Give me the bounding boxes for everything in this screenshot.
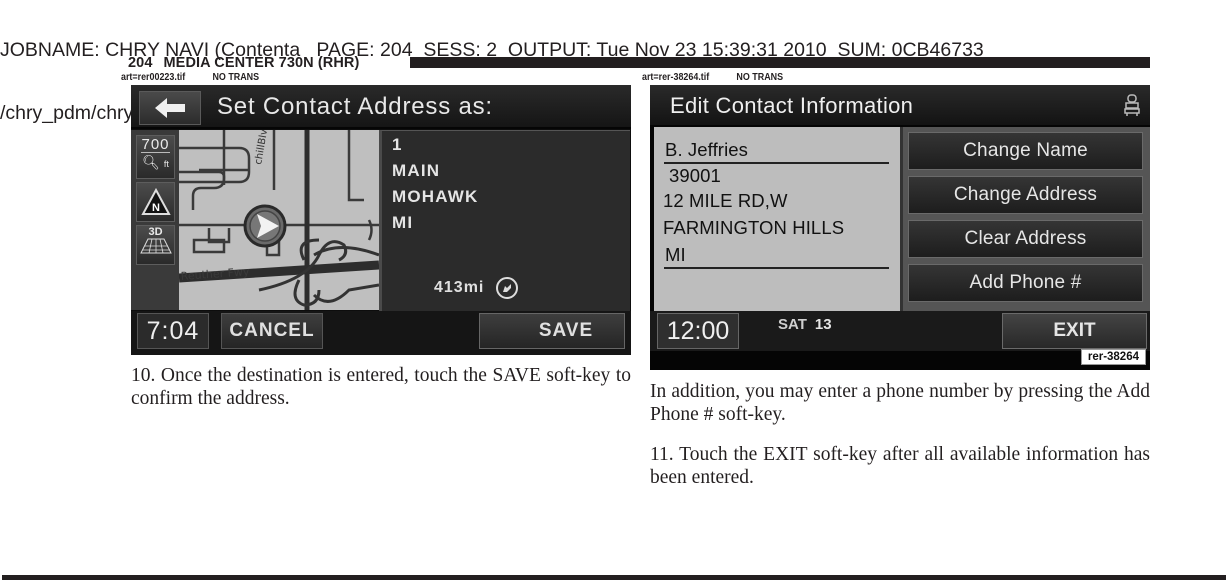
trans-note: NO TRANS — [212, 71, 260, 83]
map-controls: 700 🔍︎ ft N 3D — [131, 130, 179, 310]
address-panel: 1 MAIN MOHAWK MI 413mi — [379, 130, 630, 311]
distance-readout: 413mi — [434, 277, 519, 299]
bottom-bar: 12:00 SAT 13 EXIT — [650, 311, 1150, 351]
clock: 7:04 — [137, 313, 209, 349]
seat-icon — [1124, 94, 1140, 116]
trans-note: NO TRANS — [736, 71, 784, 83]
north-arrow-icon: N — [140, 188, 171, 215]
cancel-button[interactable]: CANCEL — [221, 313, 323, 349]
zoom-scale-button[interactable]: 700 🔍︎ ft — [136, 135, 175, 179]
date-label: 13 — [814, 316, 832, 333]
3d-label: 3D — [148, 226, 163, 238]
road-label-blvd: chillBlvd — [253, 130, 271, 166]
north-up-button[interactable]: N — [136, 182, 175, 222]
contact-details: B. Jeffries 39001 12 MILE RD,W FARMINGTO… — [654, 127, 903, 311]
address-line: MOHAWK — [392, 187, 479, 206]
divider — [664, 162, 889, 164]
step-10-text: 10. Once the destination is entered, tou… — [131, 365, 631, 409]
art-label-2: art=rer-38264.tif NO TRANS — [642, 71, 783, 83]
step-11-text: 11. Touch the EXIT soft-key after all av… — [650, 444, 1150, 488]
left-arrow-icon — [155, 98, 185, 118]
page-number: 204 — [128, 55, 153, 71]
contact-state: MI — [665, 244, 686, 265]
contact-street-number: 39001 — [669, 165, 721, 186]
change-name-button[interactable]: Change Name — [908, 132, 1143, 170]
date-display: SAT 13 — [778, 316, 832, 333]
screen-title: Edit Contact Information — [670, 93, 914, 118]
save-label: SAVE — [538, 320, 594, 341]
address-line: MI — [392, 213, 414, 232]
day-label: SAT — [778, 316, 807, 333]
art-label-1: art=rer00223.tif NO TRANS — [121, 71, 259, 83]
edit-contact-screen: Edit Contact Information B. Jeffries 390… — [650, 85, 1150, 370]
add-phone-button[interactable]: Add Phone # — [908, 264, 1143, 302]
header-rule — [410, 57, 1150, 68]
contact-actions: Change Name Change Address Clear Address… — [903, 127, 1150, 311]
scale-unit: ft — [163, 159, 169, 169]
distance-value: 413mi — [434, 279, 485, 296]
screen-title: Set Contact Address as: — [217, 93, 493, 120]
section-title: MEDIA CENTER 730N (RHR) — [163, 55, 360, 71]
footer-rule — [2, 575, 1226, 580]
exit-button[interactable]: EXIT — [1002, 313, 1147, 349]
contact-street: 12 MILE RD,W — [663, 190, 788, 211]
clock: 12:00 — [657, 313, 739, 349]
figure-tag: rer-38264 — [1080, 349, 1146, 365]
save-button[interactable]: SAVE — [479, 313, 625, 349]
bottom-bar: 7:04 CANCEL SAVE — [131, 311, 631, 355]
screen-title-bar: Edit Contact Information — [650, 85, 1150, 127]
back-button[interactable] — [139, 91, 201, 125]
map-view[interactable]: chillBlvd Reuther Fwy — [179, 130, 379, 310]
screen-title-bar: Set Contact Address as: — [131, 85, 631, 129]
set-contact-address-screen: Set Contact Address as: chillBlvd Reuthe… — [131, 85, 631, 355]
address-line: 1 — [392, 135, 403, 154]
art-file: art=rer00223.tif — [121, 71, 186, 83]
3d-view-button[interactable]: 3D — [136, 225, 175, 265]
phone-note-text: In addition, you may enter a phone numbe… — [650, 381, 1150, 425]
address-line: MAIN — [392, 161, 441, 180]
map-roads: chillBlvd Reuther Fwy — [179, 130, 379, 310]
clear-address-button[interactable]: Clear Address — [908, 220, 1143, 258]
road-label-fwy: Reuther Fwy — [180, 265, 250, 283]
divider — [664, 267, 889, 269]
contact-city: FARMINGTON HILLS — [663, 217, 845, 238]
vehicle-position-icon — [243, 204, 287, 248]
running-head: 204 MEDIA CENTER 730N (RHR) — [128, 55, 359, 71]
grid-perspective-icon — [139, 238, 172, 254]
direction-arrow-icon — [496, 277, 519, 299]
scale-value: 700 — [141, 136, 170, 153]
zoom-icon: 🔍︎ — [142, 154, 160, 170]
north-label: N — [152, 202, 160, 214]
art-file: art=rer-38264.tif — [642, 71, 710, 83]
change-address-button[interactable]: Change Address — [908, 176, 1143, 214]
contact-name: B. Jeffries — [665, 139, 749, 160]
